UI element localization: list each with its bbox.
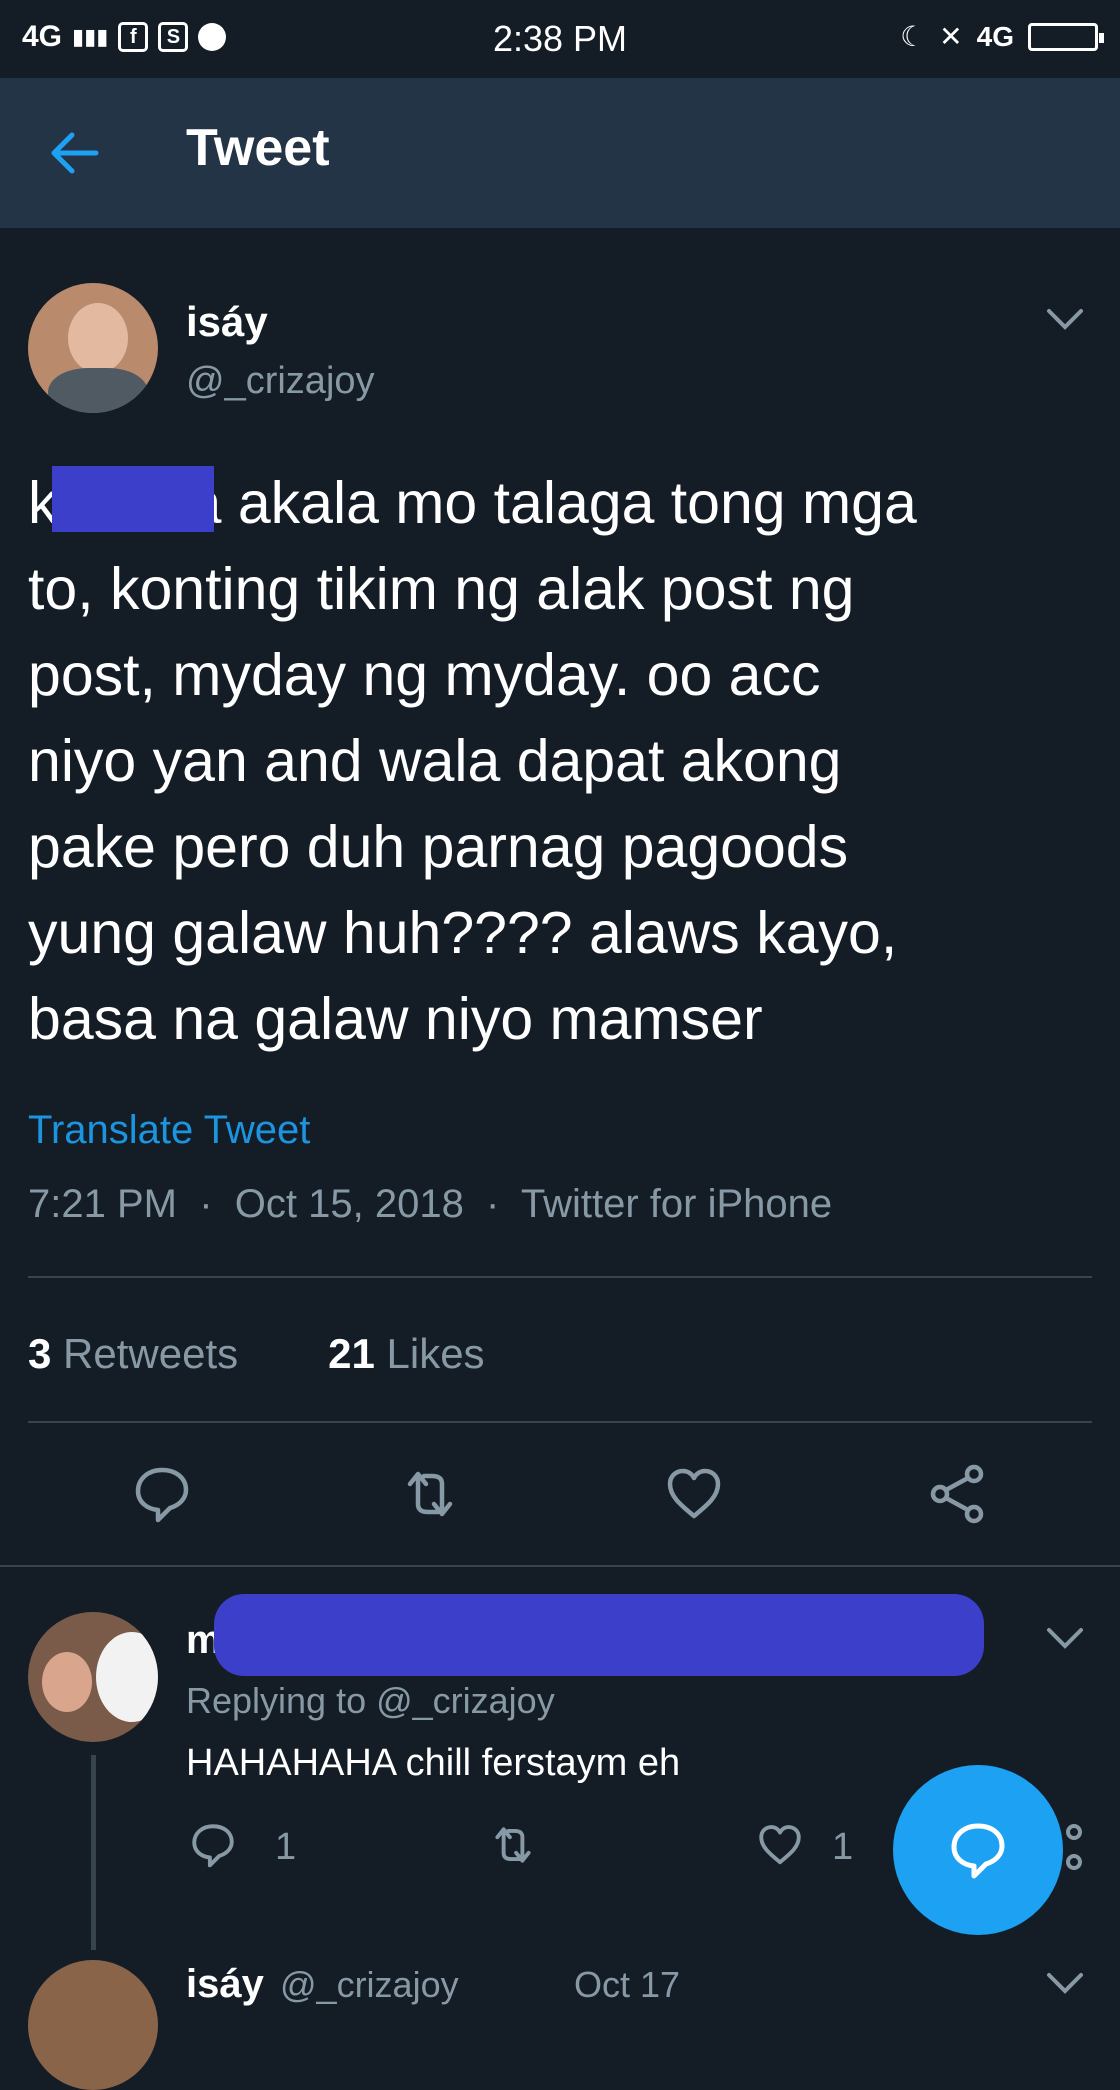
- reply-text: HAHAHAHA chill ferstaym eh: [186, 1742, 681, 1784]
- tweet-text: k a akala mo talaga tong mga to, konting…: [28, 470, 917, 1052]
- thread-line: [91, 1755, 96, 1950]
- reply-avatar[interactable]: [28, 1612, 158, 1742]
- tweet-author-name[interactable]: isáy: [186, 298, 268, 346]
- chevron-down-icon[interactable]: [1045, 1625, 1085, 1651]
- tweet-source[interactable]: Twitter for iPhone: [521, 1182, 832, 1226]
- retweet-icon[interactable]: [488, 1820, 538, 1870]
- avatar[interactable]: [28, 283, 158, 413]
- next-reply-avatar[interactable]: [28, 1960, 158, 2090]
- next-reply-handle[interactable]: @_crizajoy: [280, 1964, 459, 2006]
- reply-icon[interactable]: [130, 1462, 194, 1526]
- translate-tweet-link[interactable]: Translate Tweet: [28, 1108, 310, 1153]
- chevron-down-icon[interactable]: [1045, 306, 1085, 332]
- share-icon[interactable]: [926, 1462, 990, 1526]
- separator-dot: ·: [474, 1182, 511, 1226]
- divider: [28, 1276, 1092, 1278]
- compose-reply-button[interactable]: [893, 1765, 1063, 1935]
- divider: [0, 1565, 1120, 1567]
- reply-icon[interactable]: [188, 1820, 238, 1870]
- compose-reply-icon: [951, 1823, 1005, 1879]
- retweets-label: Retweets: [63, 1330, 239, 1377]
- heart-icon[interactable]: [755, 1820, 805, 1870]
- separator-dot: ·: [188, 1182, 224, 1226]
- redaction-mark: [52, 466, 214, 532]
- mute-icon: ✕: [939, 21, 963, 52]
- like-count: 1: [832, 1826, 854, 1868]
- network-indicator-right: 4G: [976, 20, 1014, 52]
- replying-to-label[interactable]: Replying to @_crizajoy: [186, 1680, 555, 1722]
- likes-count: 21: [328, 1330, 375, 1377]
- status-right: ☾ ✕ 4G: [900, 20, 1104, 53]
- redaction-mark: [214, 1594, 984, 1676]
- likes-label: Likes: [386, 1330, 485, 1377]
- next-reply-author-name[interactable]: isáy: [186, 1962, 264, 2007]
- divider: [28, 1421, 1092, 1423]
- likes-stat[interactable]: 21 Likes: [328, 1330, 484, 1378]
- tweet-stats: 3 Retweets 21 Likes: [28, 1330, 485, 1378]
- back-arrow-icon[interactable]: [46, 128, 102, 178]
- tweet-date: Oct 15, 2018: [234, 1182, 464, 1226]
- retweets-stat[interactable]: 3 Retweets: [28, 1330, 238, 1378]
- heart-icon[interactable]: [662, 1462, 726, 1526]
- top-app-bar: [0, 78, 1120, 228]
- chevron-down-icon[interactable]: [1045, 1970, 1085, 1996]
- reply-count: 1: [275, 1826, 297, 1868]
- moon-icon: ☾: [900, 21, 926, 52]
- tweet-time: 7:21 PM: [28, 1182, 177, 1226]
- tweet-author-handle[interactable]: @_crizajoy: [186, 360, 375, 403]
- tweet-meta: 7:21 PM · Oct 15, 2018 · Twitter for iPh…: [28, 1182, 832, 1227]
- retweets-count: 3: [28, 1330, 52, 1377]
- retweet-icon[interactable]: [398, 1462, 462, 1526]
- battery-icon: [1028, 22, 1104, 51]
- next-reply-date: Oct 17: [574, 1964, 681, 2005]
- page-title: Tweet: [186, 119, 330, 177]
